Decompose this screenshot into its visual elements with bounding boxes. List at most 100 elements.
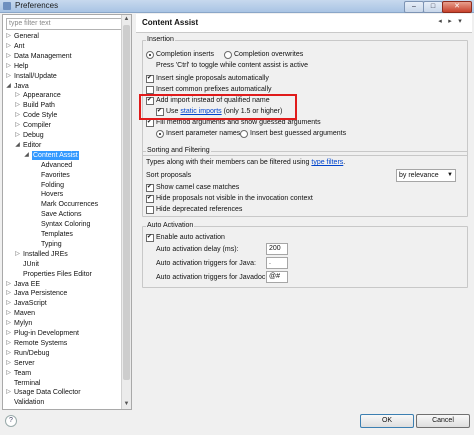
view-menu-icon[interactable]: ▾ — [456, 18, 464, 26]
tree-item-label: Properties Files Editor — [23, 270, 92, 278]
tree-item-label: Typing — [41, 240, 62, 248]
collapsed-arrow-icon[interactable]: ▷ — [5, 388, 12, 397]
tree-item-label: Advanced — [41, 161, 73, 169]
sorting-group-title: Sorting and Filtering — [146, 147, 211, 154]
toggle-hint-text: Press 'Ctrl' to toggle while content ass… — [156, 62, 309, 69]
collapsed-arrow-icon[interactable]: ▷ — [5, 62, 12, 71]
preferences-tree-pane: type filter text ▷ General ▷ Ant ▷ Data Manag… — [2, 14, 132, 410]
forward-arrow-icon[interactable]: ▸ — [446, 18, 454, 26]
close-button[interactable]: ✕ — [442, 1, 472, 13]
tree-item-label: Help — [14, 62, 29, 70]
tree-item-label: Debug — [23, 132, 44, 139]
java-triggers-input[interactable]: . — [266, 257, 288, 269]
tree-item-label: Plug-in Development — [14, 330, 79, 337]
collapsed-arrow-icon[interactable]: ▷ — [14, 91, 21, 100]
collapsed-arrow-icon[interactable]: ▷ — [14, 101, 21, 110]
collapsed-arrow-icon[interactable]: ▷ — [14, 250, 21, 259]
tree-item-label: Editor — [23, 141, 42, 149]
back-arrow-icon[interactable]: ◂ — [436, 18, 444, 26]
tree-item-label: Maven — [14, 310, 36, 318]
collapsed-arrow-icon[interactable]: ▷ — [5, 339, 12, 348]
scrollbar-thumb[interactable] — [123, 25, 130, 380]
cancel-button[interactable]: Cancel — [416, 414, 470, 428]
tree-item-label: Syntax Coloring — [41, 221, 91, 229]
tree-item-label: Content Assist — [32, 150, 79, 160]
tree-item-label: JavaScript — [14, 300, 47, 308]
radio-completion-inserts[interactable] — [146, 51, 154, 59]
delay-label: Auto activation delay (ms): — [156, 246, 239, 253]
window-title: Preferences — [15, 1, 59, 10]
radio-completion-overwrites[interactable] — [224, 51, 232, 59]
scroll-up-icon[interactable]: ▲ — [122, 15, 131, 24]
tree-item-label: Templates — [41, 231, 73, 238]
checkbox-insert-single[interactable] — [146, 74, 154, 83]
collapsed-arrow-icon[interactable]: ▷ — [14, 121, 21, 130]
sort-proposals-select[interactable]: by relevance ▼ — [396, 169, 456, 182]
tree-item-label: Installed JREs — [23, 250, 68, 258]
collapsed-arrow-icon[interactable]: ▷ — [5, 319, 12, 328]
tree-item-label: Team — [14, 369, 32, 377]
maximize-button[interactable]: □ — [423, 1, 443, 13]
page-header: Content Assist ◂ ▸ ▾ — [136, 14, 472, 33]
title-bar: Preferences – □ ✕ — [0, 0, 474, 13]
tree-item-label: Save Actions — [41, 211, 82, 219]
delay-input[interactable]: 200 — [266, 243, 288, 255]
tree-item-label: Code Style — [23, 112, 58, 120]
tree-item-label: Hovers — [41, 191, 64, 199]
collapsed-arrow-icon[interactable]: ▷ — [5, 42, 12, 51]
collapsed-arrow-icon[interactable]: ▷ — [5, 32, 12, 41]
highlight-box — [139, 94, 297, 120]
collapsed-arrow-icon[interactable]: ▷ — [5, 369, 12, 378]
tree-item-label: Java Persistence — [14, 290, 68, 298]
tree-item-label: Java — [14, 82, 29, 90]
collapsed-arrow-icon[interactable]: ▷ — [5, 52, 12, 61]
tree-item-label: Remote Systems — [14, 339, 68, 347]
insertion-group-title: Insertion — [146, 36, 175, 43]
checkbox-show-camel[interactable] — [146, 183, 154, 192]
checkbox-hide-deprecated[interactable] — [146, 206, 154, 214]
collapsed-arrow-icon[interactable]: ▷ — [5, 329, 12, 338]
collapsed-arrow-icon[interactable]: ▷ — [5, 289, 12, 298]
collapsed-arrow-icon[interactable]: ▷ — [5, 309, 12, 318]
checkbox-fill-method-args[interactable] — [146, 118, 154, 127]
collapsed-arrow-icon[interactable]: ▷ — [14, 131, 21, 140]
tree-item-label: Compiler — [23, 122, 52, 130]
type-filters-link[interactable]: type filters — [311, 159, 343, 166]
javadoc-triggers-input[interactable]: @# — [266, 271, 288, 283]
collapsed-arrow-icon[interactable]: ▷ — [14, 111, 21, 120]
collapsed-arrow-icon[interactable]: ▷ — [5, 359, 12, 368]
checkbox-hide-not-visible[interactable] — [146, 194, 154, 203]
tree-item-label: Appearance — [23, 92, 61, 100]
page-title: Content Assist — [142, 18, 199, 27]
radio-insert-param-names[interactable] — [156, 130, 164, 138]
minimize-button[interactable]: – — [404, 1, 424, 13]
collapsed-arrow-icon[interactable]: ▷ — [5, 349, 12, 358]
checkbox-insert-common-prefixes[interactable] — [146, 86, 154, 94]
scroll-down-icon[interactable]: ▼ — [122, 400, 131, 409]
expanded-arrow-icon[interactable]: ◢ — [23, 151, 30, 160]
tree-item-label: Data Management — [14, 52, 72, 60]
tree-item-label: Java EE — [14, 280, 41, 288]
tree-item-label: Validation — [14, 399, 45, 407]
tree-scrollbar[interactable]: ▲ ▼ — [121, 15, 131, 409]
content-assist-page: Content Assist ◂ ▸ ▾ Insertion Completio… — [136, 14, 472, 408]
collapsed-arrow-icon[interactable]: ▷ — [5, 280, 12, 289]
expanded-arrow-icon[interactable]: ◢ — [14, 141, 21, 150]
tree-item-label: Ant — [14, 42, 25, 50]
tree-item-label: Server — [14, 359, 35, 367]
collapsed-arrow-icon[interactable]: ▷ — [5, 72, 12, 81]
dialog-button-bar: ? OK Cancel — [0, 410, 474, 435]
help-icon[interactable]: ? — [5, 415, 17, 427]
checkbox-enable-auto-activation[interactable] — [146, 233, 154, 242]
javadoc-triggers-label: Auto activation triggers for Javadoc: — [156, 274, 268, 281]
tree-item-label: Terminal — [14, 379, 41, 387]
radio-insert-best-guessed[interactable] — [240, 130, 248, 138]
tree-item-label: Build Path — [23, 102, 55, 110]
ok-button[interactable]: OK — [360, 414, 414, 428]
tree-item-label: Favorites — [41, 171, 70, 179]
collapsed-arrow-icon[interactable]: ▷ — [5, 299, 12, 308]
filter-input[interactable]: type filter text — [6, 18, 124, 30]
eclipse-app-icon — [3, 2, 11, 10]
sort-proposals-label: Sort proposals — [146, 172, 192, 179]
expanded-arrow-icon[interactable]: ◢ — [5, 82, 12, 91]
